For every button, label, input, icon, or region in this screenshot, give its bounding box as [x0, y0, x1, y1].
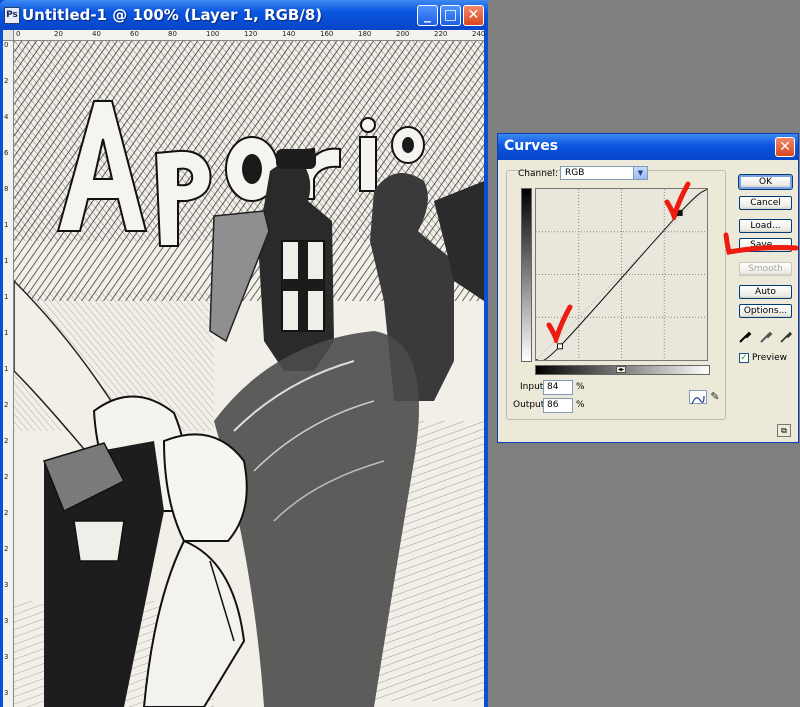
ruler-label: 80: [168, 30, 177, 38]
curve-plot[interactable]: [535, 188, 708, 362]
ruler-label: 0: [4, 41, 9, 49]
document-canvas[interactable]: [14, 41, 484, 707]
white-eyedropper-icon[interactable]: [779, 330, 793, 344]
vertical-ruler[interactable]: 0 2 4 6 8 1 1 1 1 1 2 2 2 2 2 3 3 3 3: [3, 41, 14, 707]
ruler-label: 6: [4, 149, 9, 157]
ruler-label: 3: [4, 653, 9, 661]
output-gradient-bar: [521, 188, 532, 362]
options-button[interactable]: Options...: [739, 304, 792, 318]
document-title-bar[interactable]: Ps Untitled-1 @ 100% (Layer 1, RGB/8) _ …: [0, 0, 488, 30]
ruler-label: 160: [320, 30, 334, 38]
ruler-label: 1: [4, 365, 9, 373]
document-title: Untitled-1 @ 100% (Layer 1, RGB/8): [22, 6, 323, 24]
ruler-label: 2: [4, 509, 9, 517]
ruler-label: 1: [4, 293, 9, 301]
ruler-label: 3: [4, 581, 9, 589]
channel-value: RGB: [565, 168, 585, 178]
smooth-button[interactable]: Smooth: [739, 262, 792, 276]
ruler-label: 40: [92, 30, 101, 38]
ruler-label: 1: [4, 257, 9, 265]
gradient-toggle-icon[interactable]: ◂▸: [616, 366, 626, 373]
ruler-label: 2: [4, 77, 9, 85]
load-button[interactable]: Load...: [739, 219, 792, 233]
input-field[interactable]: 84: [543, 380, 573, 395]
preview-label: Preview: [752, 353, 788, 363]
ruler-label: 20: [54, 30, 63, 38]
ruler-label: 8: [4, 185, 9, 193]
ruler-label: 220: [434, 30, 448, 38]
output-field[interactable]: 86: [543, 398, 573, 413]
channel-label: Channel:: [518, 169, 558, 179]
expand-dialog-icon[interactable]: ⧉: [777, 424, 791, 437]
ruler-label: 3: [4, 617, 9, 625]
ruler-label: 2: [4, 545, 9, 553]
ruler-label: 180: [358, 30, 372, 38]
curve-point[interactable]: [556, 343, 563, 350]
ruler-label: 0: [16, 30, 21, 38]
horizontal-ruler[interactable]: 0 20 40 60 80 100 120 140 160 180 200 220 240: [14, 30, 486, 41]
curve-graph[interactable]: [535, 188, 708, 362]
ruler-label: 1: [4, 329, 9, 337]
curves-dialog: Curves ✕ Channel: RGB ▼ ◂▸ Input: 84 % O…: [497, 133, 799, 443]
cancel-button[interactable]: Cancel: [739, 196, 792, 210]
ruler-label: 4: [4, 113, 9, 121]
artwork-image: [14, 41, 484, 707]
dialog-title: Curves: [504, 138, 559, 154]
ruler-label: 140: [282, 30, 296, 38]
gray-eyedropper-icon[interactable]: [759, 330, 773, 344]
ruler-label: 3: [4, 689, 9, 697]
ruler-label: 100: [206, 30, 220, 38]
ruler-label: 120: [244, 30, 258, 38]
black-eyedropper-icon[interactable]: [738, 330, 752, 344]
curve-mode-icon[interactable]: [689, 390, 707, 405]
ruler-label: 240: [472, 30, 486, 38]
photoshop-icon[interactable]: Ps: [4, 7, 20, 24]
auto-button[interactable]: Auto: [739, 285, 792, 299]
preview-checkbox[interactable]: ✓: [739, 353, 749, 363]
dialog-close-button[interactable]: ✕: [775, 137, 795, 157]
ruler-label: 2: [4, 437, 9, 445]
pencil-icon[interactable]: ✎: [708, 390, 722, 404]
maximize-button[interactable]: □: [440, 5, 461, 26]
ruler-label: 60: [130, 30, 139, 38]
ruler-label: 200: [396, 30, 410, 38]
input-gradient-bar: ◂▸: [535, 365, 710, 375]
minimize-button[interactable]: _: [417, 5, 438, 26]
output-percent: %: [576, 400, 585, 410]
document-window: Ps Untitled-1 @ 100% (Layer 1, RGB/8) _ …: [0, 0, 488, 707]
channel-select[interactable]: RGB ▼: [560, 166, 648, 180]
curves-title-bar[interactable]: Curves ✕: [498, 134, 798, 160]
curve-point[interactable]: [676, 209, 683, 216]
input-percent: %: [576, 382, 585, 392]
ok-button[interactable]: OK: [738, 174, 793, 190]
ruler-label: 1: [4, 221, 9, 229]
ruler-origin[interactable]: [3, 30, 14, 41]
ruler-label: 2: [4, 401, 9, 409]
ruler-label: 2: [4, 473, 9, 481]
chevron-down-icon[interactable]: ▼: [633, 167, 647, 179]
save-button[interactable]: Save...: [739, 238, 792, 252]
close-button[interactable]: ✕: [463, 5, 484, 26]
